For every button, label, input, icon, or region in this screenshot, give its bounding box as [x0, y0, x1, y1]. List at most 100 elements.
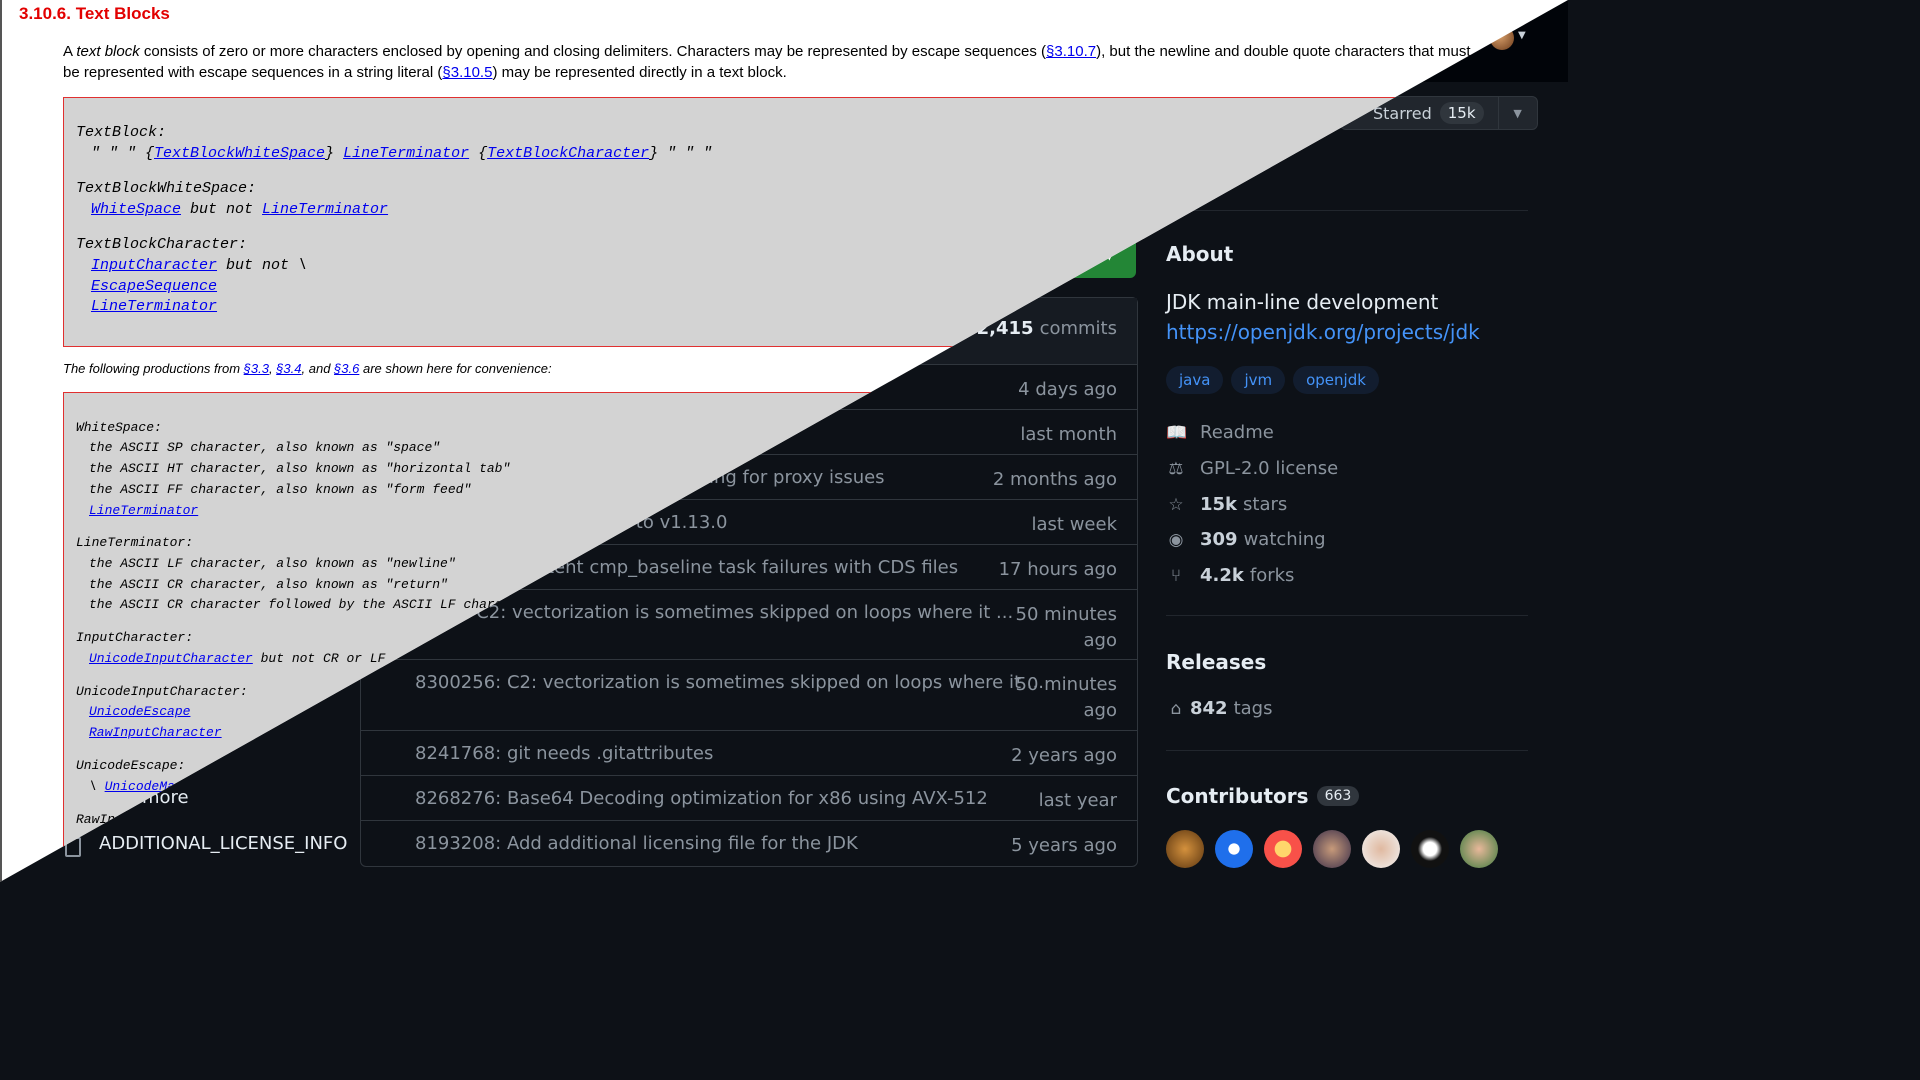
file-name[interactable]: ADDITIONAL_LICENSE_INFO: [99, 833, 347, 854]
section-title: 3.10.6. Text Blocks: [19, 4, 170, 23]
production-rule: RawInputCharacter: [89, 725, 222, 740]
grammar-link[interactable]: InputCharacter: [91, 257, 217, 274]
law-icon: ⚖: [1168, 458, 1184, 479]
section-divider: [1166, 750, 1528, 751]
tags-count: 842: [1190, 698, 1228, 719]
page-border: [0, 0, 2, 882]
license-label: GPL-2.0 license: [1200, 458, 1339, 479]
avatar[interactable]: [1264, 830, 1302, 868]
para-emphasis: text block: [76, 43, 140, 60]
grammar-link[interactable]: UnicodeEscape: [89, 704, 190, 719]
para-text: consists of zero or more characters encl…: [139, 43, 1047, 60]
commit-message[interactable]: ing for proxy issues: [709, 467, 885, 488]
license-link[interactable]: ⚖ GPL-2.0 license: [1166, 458, 1338, 479]
commit-message[interactable]: 0: C2: vectorization is sometimes skippe…: [453, 602, 1013, 623]
commit-message[interactable]: 8300256: C2: vectorization is sometimes …: [415, 672, 1044, 693]
production-rule: the ASCII HT character, also known as "h…: [89, 461, 511, 476]
avatar[interactable]: [1166, 830, 1204, 868]
readme-link[interactable]: 📖 Readme: [1166, 422, 1274, 443]
file-row[interactable]: 8268276: Base64 Decoding optimization fo…: [361, 775, 1137, 820]
grammar-link[interactable]: LineTerminator: [89, 503, 198, 518]
convenience-note: The following productions from §3.3, §3.…: [63, 361, 552, 376]
production-rule: InputCharacter but not \: [91, 257, 308, 274]
section-link[interactable]: §3.6: [334, 361, 359, 376]
para-text: ) may be represented directly in a text …: [492, 64, 787, 81]
commit-time: last month: [1020, 424, 1117, 445]
production-rule: the ASCII CR character followed by the A…: [89, 597, 519, 612]
starred-label: Starred: [1373, 103, 1432, 123]
grammar-link[interactable]: LineTerminator: [262, 201, 388, 218]
production-head: TextBlockWhiteSpace:: [76, 180, 257, 197]
star-list-dropdown[interactable]: ▼: [1499, 97, 1537, 129]
about-heading: About: [1166, 242, 1234, 266]
commit-message[interactable]: 8241768: git needs .gitattributes: [415, 743, 713, 764]
commit-time: 17 hours ago: [998, 559, 1117, 580]
repo-homepage-link[interactable]: https://openjdk.org/projects/jdk: [1166, 320, 1480, 344]
contributors-label: Contributors: [1166, 784, 1309, 808]
production-head: UnicodeInputCharacter:: [76, 684, 248, 699]
file-row[interactable]: ADDITIONAL_LICENSE_INFO 8193208: Add add…: [65, 820, 1137, 866]
grammar-link[interactable]: UnicodeInputCharacter: [89, 651, 253, 666]
section-divider: [1166, 615, 1528, 616]
avatar[interactable]: [1313, 830, 1351, 868]
commit-time: last week: [1031, 514, 1117, 535]
grammar-link[interactable]: RawInputCharacter: [89, 725, 222, 740]
production-rule: EscapeSequence: [91, 278, 217, 295]
contributors-count: 663: [1316, 786, 1360, 806]
forks-count: 4.2k: [1200, 565, 1244, 586]
topic-tag[interactable]: openjdk: [1293, 366, 1379, 394]
topic-list: java jvm openjdk: [1166, 366, 1379, 394]
tags-link[interactable]: ⌂ 842 tags: [1166, 698, 1273, 719]
production-rule: LineTerminator: [89, 503, 198, 518]
avatar[interactable]: [1411, 830, 1449, 868]
repo-description: JDK main-line development: [1166, 290, 1439, 314]
production-head: TextBlockCharacter:: [76, 236, 248, 253]
commit-message[interactable]: 8193208: Add additional licensing file f…: [415, 833, 858, 854]
production-rule: WhiteSpace but not LineTerminator: [91, 201, 389, 218]
grammar-link[interactable]: TextBlockCharacter: [487, 145, 649, 162]
releases-heading[interactable]: Releases: [1166, 650, 1266, 674]
section-link[interactable]: §3.10.5: [442, 64, 492, 81]
production-rule: the ASCII CR character, also known as "r…: [89, 577, 448, 592]
forks-link[interactable]: ⑂ 4.2k forks: [1166, 565, 1295, 586]
commit-message[interactable]: tent cmp_baseline task failures with CDS…: [547, 557, 958, 578]
grammar-link[interactable]: TextBlockWhiteSpace: [154, 145, 325, 162]
grammar-link[interactable]: EscapeSequence: [91, 278, 217, 295]
grammar-link[interactable]: LineTerminator: [343, 145, 469, 162]
avatar[interactable]: [1460, 830, 1498, 868]
grammar-link[interactable]: WhiteSpace: [91, 201, 181, 218]
star-icon: ☆: [1168, 494, 1184, 515]
chevron-down-icon[interactable]: ▼: [1518, 30, 1526, 41]
readme-label: Readme: [1200, 422, 1274, 443]
tag-icon: ⌂: [1170, 698, 1182, 719]
watchers-link[interactable]: ◉ 309 watching: [1166, 529, 1326, 550]
chevron-down-icon: ▼: [1513, 106, 1522, 120]
production-head: TextBlock:: [76, 124, 167, 141]
watching-label: watching: [1243, 529, 1326, 550]
grammar-link[interactable]: LineTerminator: [91, 298, 217, 315]
commits-label: commits: [1039, 318, 1117, 339]
header-divider: [1146, 210, 1528, 211]
production-rule: the ASCII LF character, also known as "n…: [89, 556, 456, 571]
topic-tag[interactable]: java: [1166, 366, 1224, 394]
section-link[interactable]: §3.4: [276, 361, 301, 376]
tags-label: tags: [1233, 698, 1273, 719]
avatar[interactable]: [1215, 830, 1253, 868]
para-text: A: [63, 43, 77, 60]
contributors-heading[interactable]: Contributors 663: [1166, 784, 1360, 808]
production-rule: UnicodeInputCharacter but not CR or LF: [89, 651, 386, 666]
file-row[interactable]: 8241768: git needs .gitattributes 2 year…: [361, 730, 1137, 775]
topic-tag[interactable]: jvm: [1231, 366, 1286, 394]
contributor-avatars: [1166, 830, 1498, 868]
book-icon: 📖: [1166, 422, 1188, 443]
commit-time: last year: [1038, 790, 1117, 811]
section-link[interactable]: §3.3: [244, 361, 269, 376]
stars-link[interactable]: ☆ 15k stars: [1166, 494, 1287, 515]
section-link[interactable]: §3.10.7: [1046, 43, 1096, 60]
file-row[interactable]: 8300256: C2: vectorization is sometimes …: [361, 659, 1137, 730]
stars-label: stars: [1243, 494, 1288, 515]
commit-message[interactable]: 8268276: Base64 Decoding optimization fo…: [415, 788, 988, 809]
stars-count: 15k: [1200, 494, 1238, 515]
avatar[interactable]: [1362, 830, 1400, 868]
eye-icon: ◉: [1168, 529, 1184, 550]
